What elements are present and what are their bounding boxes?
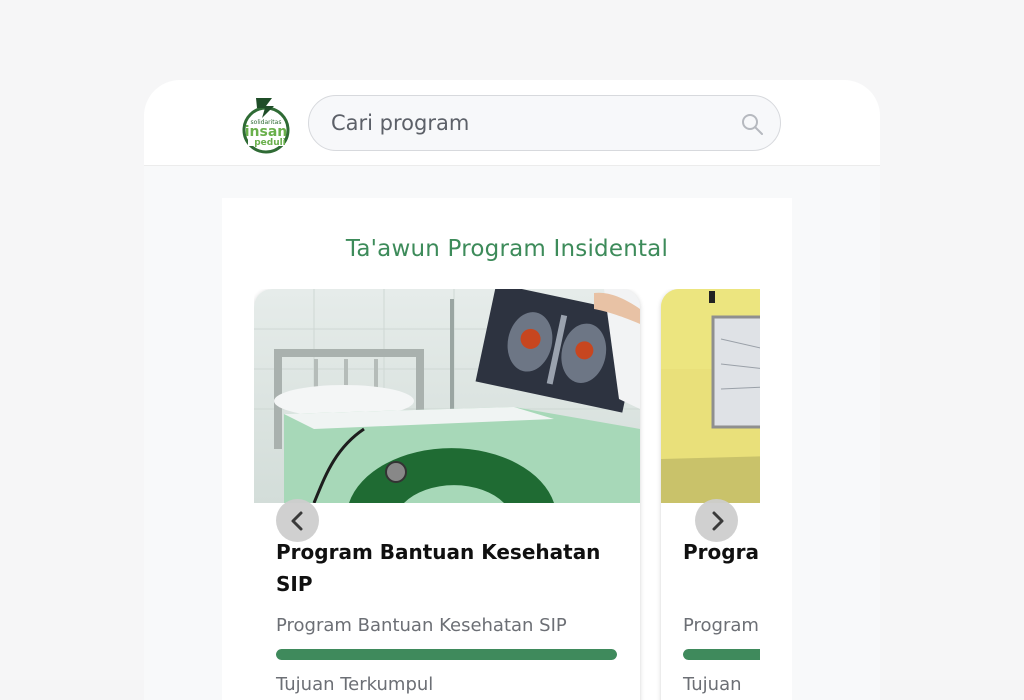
program-card[interactable]: Program Bantuan Kesehatan SIP Program Ba… <box>254 289 640 700</box>
chevron-left-icon <box>291 511 302 530</box>
carousel-prev-button[interactable] <box>276 499 319 542</box>
page-background: solidaritas insan peduli Cari program Ta… <box>0 0 1024 700</box>
program-image <box>661 289 760 503</box>
app-frame: solidaritas insan peduli Cari program Ta… <box>144 80 880 700</box>
search-placeholder: Cari program <box>331 111 470 135</box>
search-icon[interactable] <box>740 112 764 136</box>
chevron-right-icon <box>712 511 723 530</box>
progress-fill <box>683 649 760 660</box>
program-meta: Tujuan Terkumpul <box>276 674 434 695</box>
program-section: Ta'awun Program Insidental Program Bantu… <box>222 198 792 700</box>
search-input[interactable]: Cari program <box>308 95 781 151</box>
carousel-next-button[interactable] <box>695 499 738 542</box>
svg-text:peduli: peduli <box>254 138 286 148</box>
program-description: Program <box>683 615 759 636</box>
program-title[interactable]: Program Bantuan Kesehatan SIP <box>276 536 616 600</box>
program-meta: Tujuan <box>683 674 742 695</box>
program-description: Program Bantuan Kesehatan SIP <box>276 615 567 636</box>
logo[interactable]: solidaritas insan peduli <box>240 94 292 154</box>
section-title: Ta'awun Program Insidental <box>345 236 669 262</box>
header: solidaritas insan peduli Cari program <box>144 80 880 166</box>
donation-progress-bar <box>683 649 760 660</box>
program-card[interactable]: Program Program Tujuan <box>661 289 760 700</box>
program-image <box>254 289 640 503</box>
progress-fill <box>276 649 617 660</box>
donation-progress-bar <box>276 649 617 660</box>
program-carousel[interactable]: Program Bantuan Kesehatan SIP Program Ba… <box>254 289 760 700</box>
